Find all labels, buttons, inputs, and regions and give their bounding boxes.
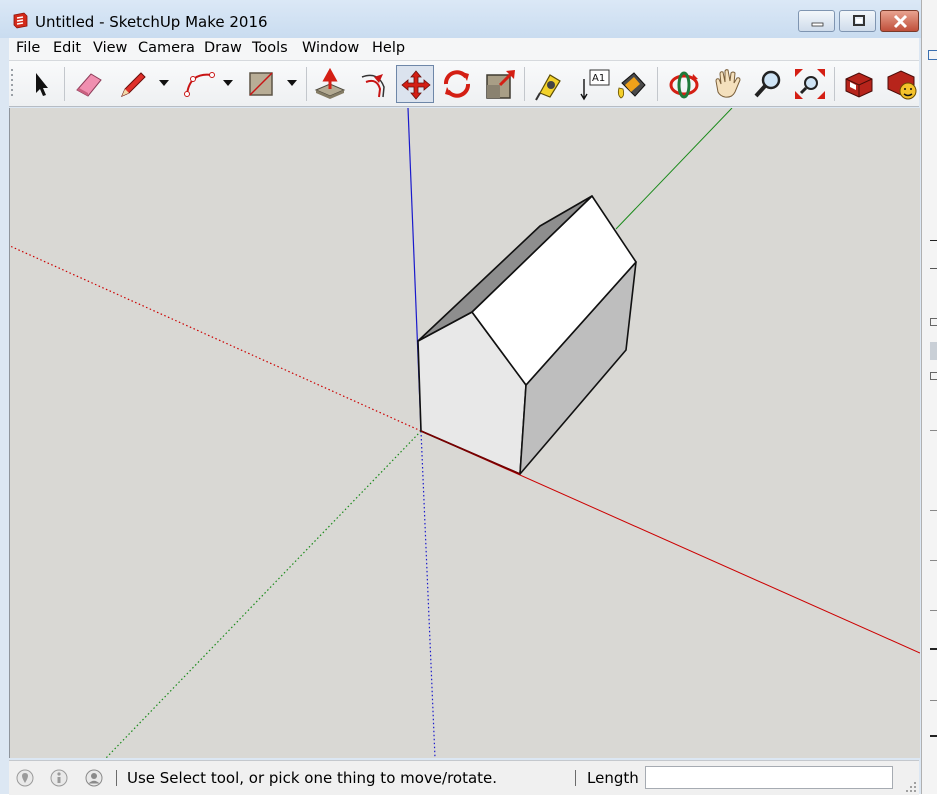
orbit-tool-button[interactable] bbox=[665, 65, 703, 103]
toolbar-separator bbox=[64, 67, 65, 101]
zoom-extents-tool-button[interactable] bbox=[791, 65, 829, 103]
status-separator bbox=[575, 770, 576, 786]
sketchup-window: Untitled - SketchUp Make 2016 File Edit … bbox=[0, 0, 921, 795]
zoom-extents-icon bbox=[795, 69, 825, 99]
menu-window[interactable]: Window bbox=[302, 40, 359, 56]
offset-tool-button[interactable] bbox=[354, 65, 392, 103]
arc-tool-dropdown-icon[interactable] bbox=[222, 79, 234, 87]
paint-bucket-tool-button[interactable] bbox=[613, 65, 651, 103]
pan-hand-icon bbox=[715, 69, 741, 98]
3d-warehouse-icon bbox=[845, 72, 873, 98]
title-bar[interactable]: Untitled - SketchUp Make 2016 bbox=[0, 0, 921, 38]
pencil-line-icon bbox=[121, 72, 146, 97]
measurement-label: Length bbox=[587, 769, 639, 787]
sketchup-logo-icon bbox=[13, 12, 28, 29]
close-button[interactable] bbox=[880, 10, 919, 32]
zoom-tool-button[interactable] bbox=[750, 65, 788, 103]
tape-measure-tool-button[interactable] bbox=[530, 65, 568, 103]
line-tool-dropdown-icon[interactable] bbox=[158, 79, 170, 87]
eraser-icon bbox=[76, 73, 102, 97]
minimize-button[interactable] bbox=[798, 10, 835, 32]
toolbar-grip-icon[interactable] bbox=[11, 65, 14, 103]
push-pull-icon bbox=[314, 67, 346, 99]
close-icon bbox=[893, 14, 908, 29]
toolbar-separator bbox=[306, 67, 307, 101]
svg-text:A1: A1 bbox=[592, 73, 605, 84]
extension-warehouse-button[interactable] bbox=[883, 65, 921, 103]
menu-draw[interactable]: Draw bbox=[204, 40, 242, 56]
menu-edit[interactable]: Edit bbox=[53, 40, 81, 56]
house-model[interactable] bbox=[417, 195, 637, 475]
blue-axis-negative bbox=[420, 430, 436, 758]
tape-measure-icon bbox=[535, 74, 561, 101]
status-message: Use Select tool, or pick one thing to mo… bbox=[127, 769, 498, 787]
drawing-viewport[interactable] bbox=[9, 108, 920, 758]
zoom-icon bbox=[754, 70, 781, 98]
rectangle-tool-dropdown-icon[interactable] bbox=[286, 79, 298, 87]
menu-bar: File Edit View Camera Draw Tools Window … bbox=[9, 38, 919, 61]
background-window-edge bbox=[921, 0, 937, 794]
green-axis-negative bbox=[105, 430, 422, 758]
orbit-icon bbox=[669, 71, 699, 99]
rotate-icon bbox=[444, 70, 470, 98]
rectangle-icon bbox=[249, 72, 273, 96]
model-canvas[interactable] bbox=[10, 108, 920, 758]
line-tool-button[interactable] bbox=[114, 65, 152, 103]
resize-grip-icon[interactable] bbox=[905, 781, 917, 793]
status-bar: Use Select tool, or pick one thing to mo… bbox=[9, 760, 919, 795]
window-title: Untitled - SketchUp Make 2016 bbox=[35, 13, 268, 31]
menu-view[interactable]: View bbox=[93, 40, 127, 56]
move-tool-button[interactable] bbox=[396, 65, 434, 103]
move-icon bbox=[401, 70, 431, 100]
text-tool-button[interactable]: A1 bbox=[575, 65, 613, 103]
scale-tool-button[interactable] bbox=[482, 65, 520, 103]
toolbar-separator bbox=[834, 67, 835, 101]
arc-icon bbox=[184, 72, 215, 97]
3d-warehouse-button[interactable] bbox=[840, 65, 878, 103]
pan-tool-button[interactable] bbox=[708, 65, 746, 103]
restore-button[interactable] bbox=[839, 10, 876, 32]
menu-tools[interactable]: Tools bbox=[252, 40, 288, 56]
menu-help[interactable]: Help bbox=[372, 40, 405, 56]
toolbar-separator bbox=[524, 67, 525, 101]
measurement-input[interactable] bbox=[645, 766, 893, 789]
paint-bucket-icon bbox=[617, 72, 646, 99]
status-separator bbox=[116, 770, 117, 786]
select-arrow-icon bbox=[36, 73, 48, 96]
minimize-icon bbox=[811, 22, 824, 27]
credits-icon[interactable] bbox=[50, 769, 68, 787]
green-axis-positive bbox=[615, 108, 733, 230]
toolbar-separator bbox=[657, 67, 658, 101]
geo-location-icon[interactable] bbox=[16, 769, 34, 787]
main-toolbar: A1 bbox=[9, 61, 919, 107]
push-pull-tool-button[interactable] bbox=[311, 65, 349, 103]
rotate-tool-button[interactable] bbox=[438, 65, 476, 103]
eraser-tool-button[interactable] bbox=[70, 65, 108, 103]
user-account-icon[interactable] bbox=[85, 769, 103, 787]
arc-tool-button[interactable] bbox=[180, 65, 218, 103]
restore-icon bbox=[853, 15, 865, 26]
menu-file[interactable]: File bbox=[16, 40, 40, 56]
rectangle-tool-button[interactable] bbox=[242, 65, 280, 103]
select-tool-button[interactable] bbox=[22, 65, 60, 103]
red-axis-negative bbox=[10, 245, 422, 432]
text-label-icon: A1 bbox=[580, 69, 610, 101]
menu-camera[interactable]: Camera bbox=[138, 40, 195, 56]
offset-icon bbox=[361, 74, 385, 98]
scale-icon bbox=[486, 70, 515, 99]
extension-warehouse-icon bbox=[887, 70, 917, 100]
